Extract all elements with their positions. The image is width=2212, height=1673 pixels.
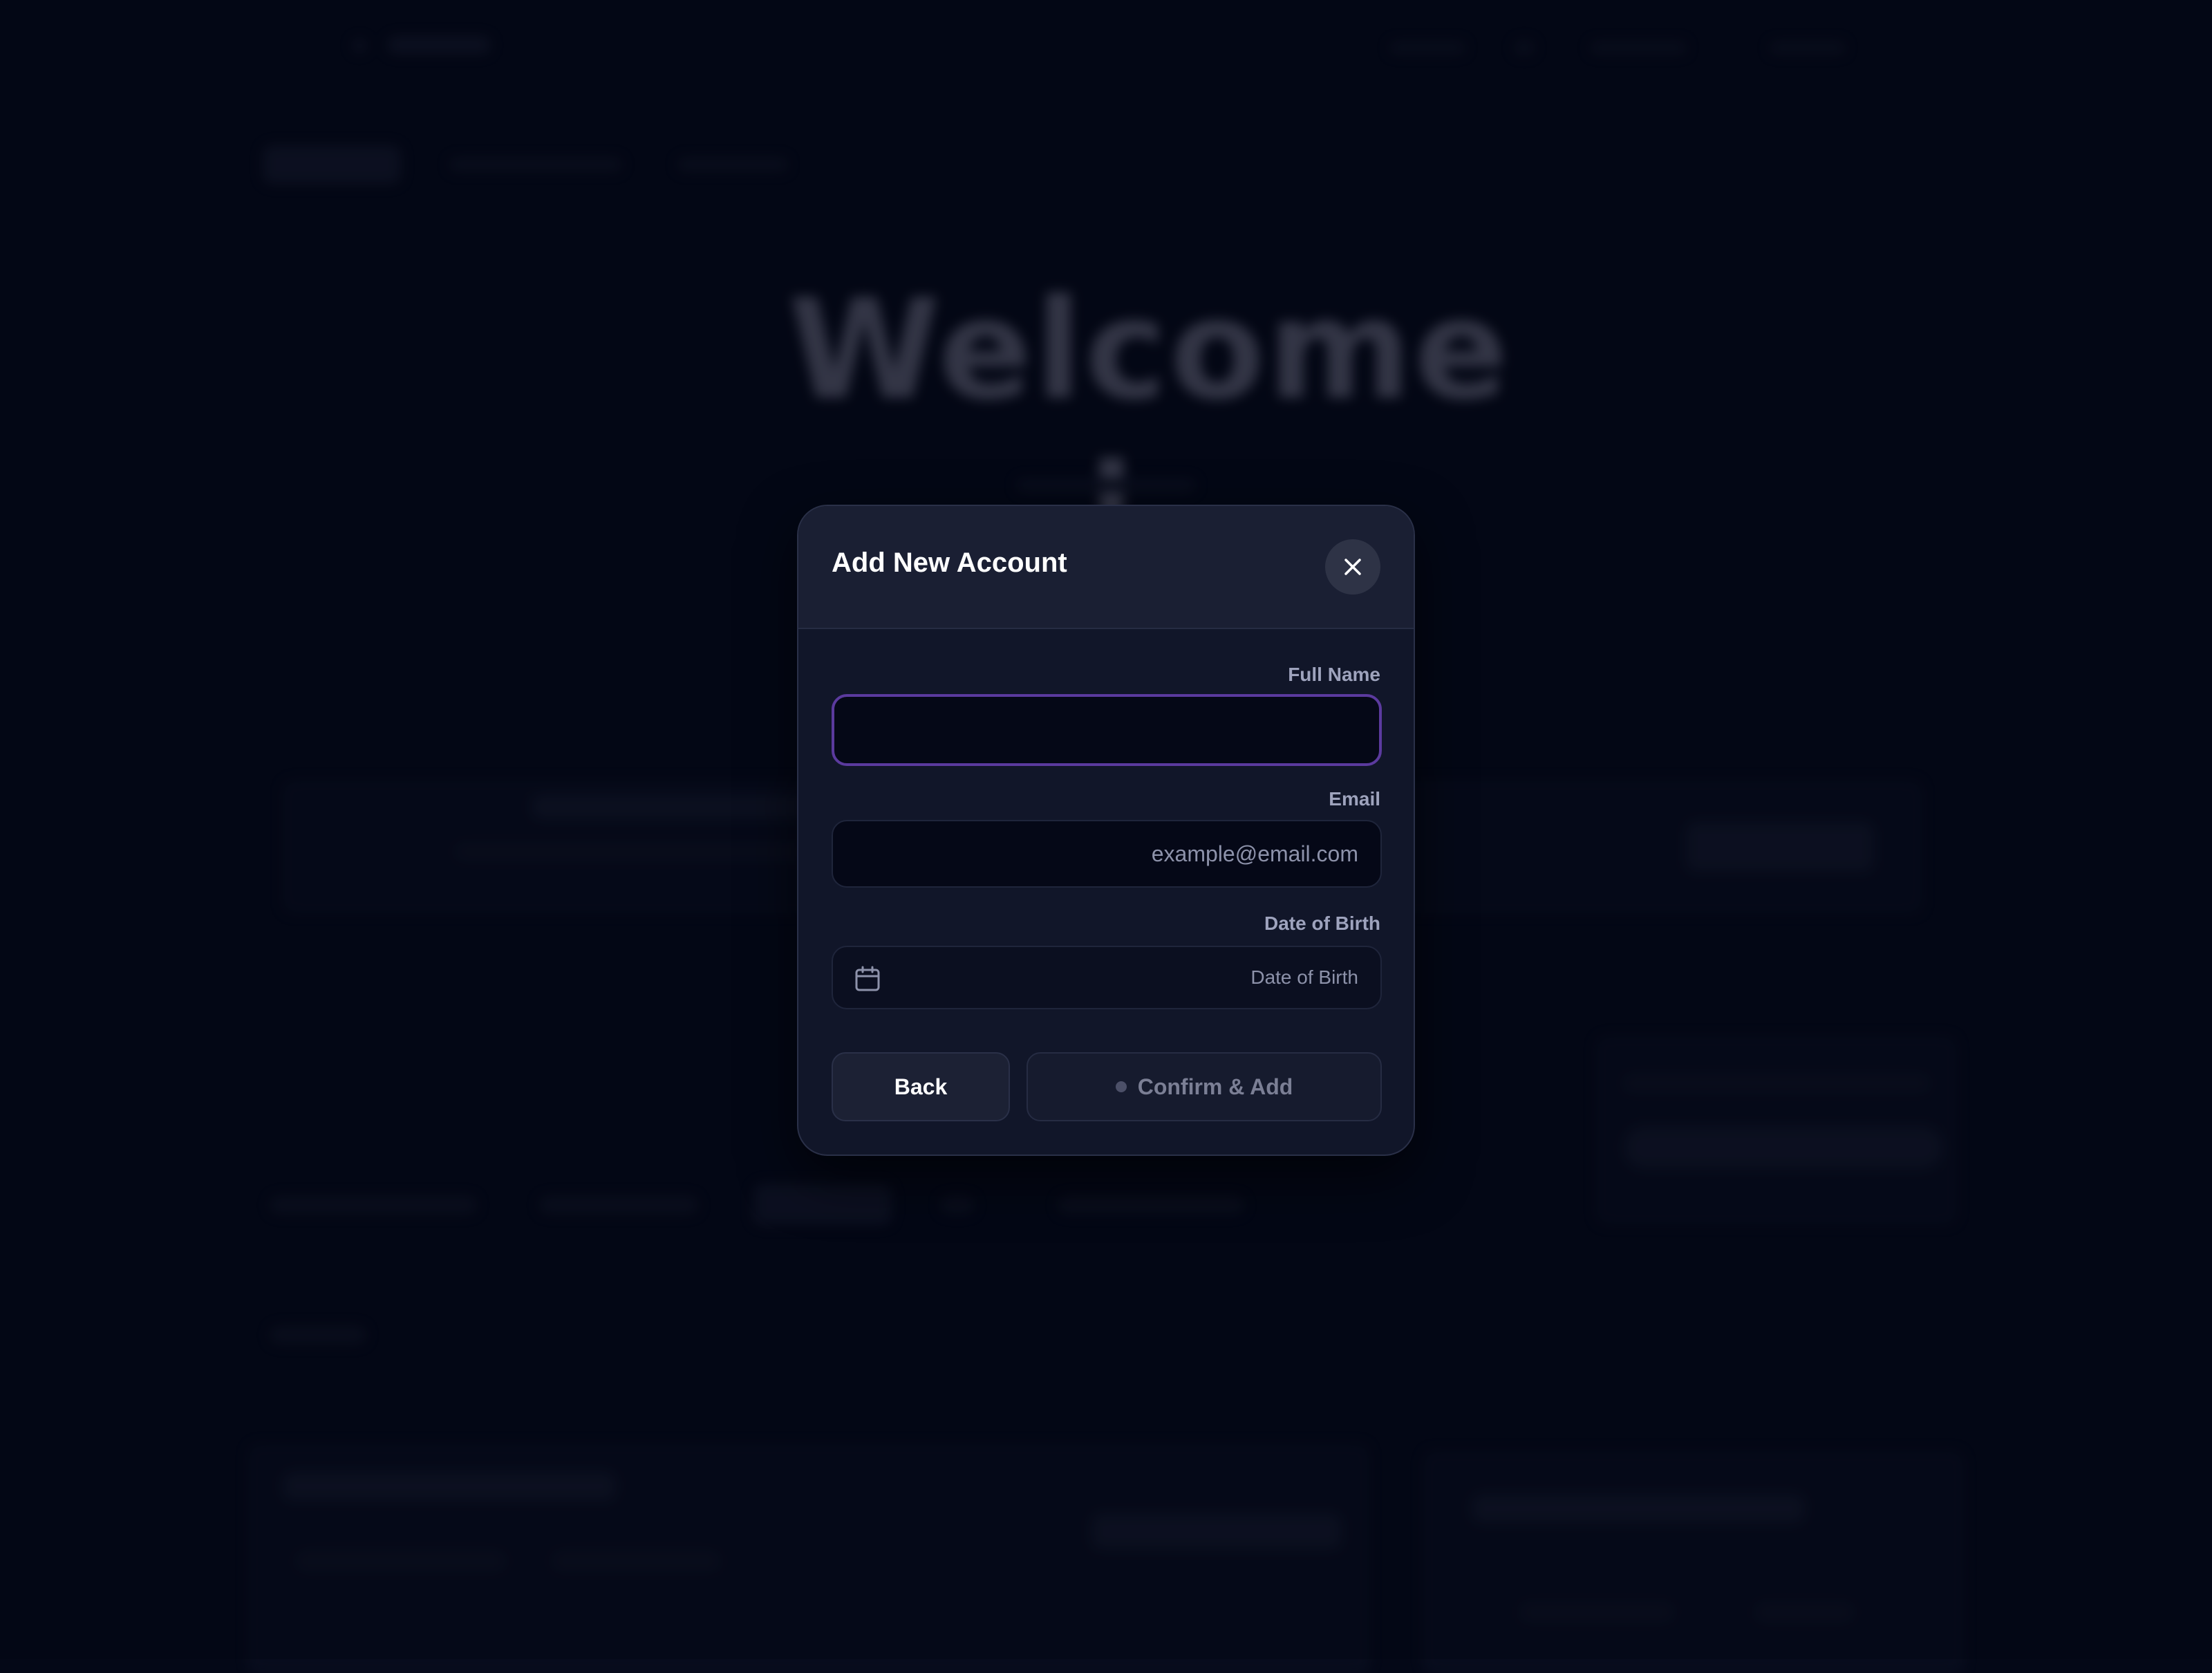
full-name-label: Full Name [1288, 664, 1380, 685]
confirm-add-button-label: Confirm & Add [1137, 1074, 1293, 1099]
back-button[interactable]: Back [832, 1052, 1010, 1121]
close-icon [1344, 559, 1361, 575]
close-button[interactable] [1325, 539, 1380, 595]
modal-header: Add New Account [798, 506, 1414, 629]
full-name-input[interactable] [832, 694, 1382, 766]
dob-label: Date of Birth [1264, 913, 1380, 934]
dob-input[interactable]: Date of Birth [832, 946, 1382, 1009]
back-button-label: Back [894, 1074, 948, 1099]
modal-title: Add New Account [832, 548, 1067, 578]
email-input[interactable] [832, 820, 1382, 888]
dob-placeholder: Date of Birth [1250, 966, 1358, 988]
email-label: Email [1329, 788, 1380, 810]
calendar-icon [855, 966, 880, 991]
loading-dot-icon [1115, 1081, 1127, 1092]
add-account-modal: Add New Account Full Name Email Date of … [797, 505, 1415, 1156]
confirm-add-button[interactable]: Confirm & Add [1027, 1052, 1382, 1121]
